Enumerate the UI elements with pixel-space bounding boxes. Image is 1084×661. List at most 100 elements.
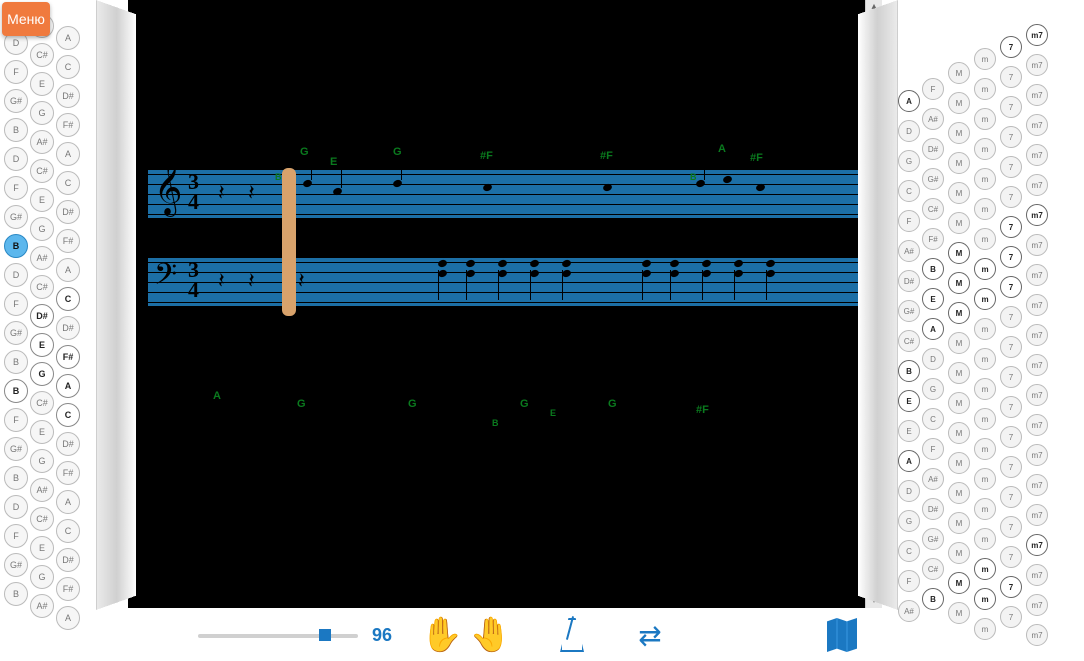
left-key[interactable]: F [4,292,28,316]
left-key[interactable]: D# [56,316,80,340]
left-key[interactable]: A [56,258,80,282]
left-key[interactable]: F [4,408,28,432]
right-chord-key[interactable]: 7 [1000,426,1022,448]
right-chord-key[interactable]: 7 [1000,336,1022,358]
right-chord-key[interactable]: m7 [1026,204,1048,226]
right-chord-key[interactable]: m [974,48,996,70]
right-chord-key[interactable]: 7 [1000,216,1022,238]
left-key[interactable]: G [30,449,54,473]
right-root-key[interactable]: G# [898,300,920,322]
right-chord-key[interactable]: M [948,452,970,474]
left-key[interactable]: G [30,362,54,386]
left-hand-button[interactable]: ✋ [422,615,462,655]
right-chord-key[interactable]: m [974,408,996,430]
right-root-key[interactable]: F [922,78,944,100]
left-key[interactable]: B [4,118,28,142]
right-chord-key[interactable]: m7 [1026,564,1048,586]
right-chord-key[interactable]: m [974,318,996,340]
left-key[interactable]: C [56,171,80,195]
right-chord-key[interactable]: m7 [1026,264,1048,286]
left-key[interactable]: E [30,420,54,444]
right-chord-key[interactable]: 7 [1000,96,1022,118]
slider-thumb[interactable] [319,629,331,641]
right-root-key[interactable]: E [922,288,944,310]
right-chord-key[interactable]: M [948,602,970,624]
left-key[interactable]: D [4,263,28,287]
left-key[interactable]: C# [30,507,54,531]
right-root-key[interactable]: F [898,210,920,232]
left-key[interactable]: C [56,287,80,311]
right-chord-key[interactable]: 7 [1000,126,1022,148]
left-key[interactable]: F# [56,113,80,137]
right-root-key[interactable]: G# [922,168,944,190]
right-chord-key[interactable]: m7 [1026,384,1048,406]
right-chord-key[interactable]: M [948,392,970,414]
right-chord-key[interactable]: m [974,288,996,310]
right-root-key[interactable]: C# [922,558,944,580]
right-root-key[interactable]: C [922,408,944,430]
left-key[interactable]: A# [30,246,54,270]
right-chord-key[interactable]: m7 [1026,474,1048,496]
right-root-key[interactable]: G# [922,528,944,550]
right-chord-key[interactable]: M [948,482,970,504]
left-key[interactable]: G# [4,437,28,461]
right-chord-key[interactable]: m [974,258,996,280]
left-key[interactable]: A# [30,130,54,154]
right-root-key[interactable]: E [898,390,920,412]
left-key[interactable]: A [56,374,80,398]
left-key[interactable]: E [30,72,54,96]
left-key[interactable]: F# [56,345,80,369]
right-chord-key[interactable]: 7 [1000,606,1022,628]
right-chord-key[interactable]: m7 [1026,174,1048,196]
right-root-key[interactable]: F [898,570,920,592]
right-root-key[interactable]: A# [898,600,920,622]
left-key[interactable]: F# [56,461,80,485]
left-key[interactable]: A [56,490,80,514]
right-chord-key[interactable]: 7 [1000,486,1022,508]
right-root-key[interactable]: B [898,360,920,382]
right-chord-key[interactable]: 7 [1000,396,1022,418]
left-key[interactable]: G# [4,205,28,229]
right-chord-key[interactable]: m [974,558,996,580]
right-root-key[interactable]: G [898,510,920,532]
right-chord-key[interactable]: m [974,618,996,640]
right-chord-key[interactable]: M [948,152,970,174]
right-chord-key[interactable]: m7 [1026,54,1048,76]
right-chord-key[interactable]: M [948,302,970,324]
right-hand-button[interactable]: ✋ [470,615,510,655]
right-chord-key[interactable]: m [974,468,996,490]
left-key[interactable]: A# [30,478,54,502]
right-chord-key[interactable]: M [948,572,970,594]
left-key[interactable]: B [4,234,28,258]
right-chord-key[interactable]: m7 [1026,324,1048,346]
left-key[interactable]: D# [56,200,80,224]
right-root-key[interactable]: A [898,90,920,112]
left-key[interactable]: A [56,26,80,50]
right-chord-key[interactable]: m7 [1026,504,1048,526]
right-chord-key[interactable]: m7 [1026,414,1048,436]
metronome-button[interactable] [550,615,590,655]
right-chord-key[interactable]: 7 [1000,66,1022,88]
right-chord-key[interactable]: 7 [1000,366,1022,388]
right-chord-key[interactable]: m7 [1026,294,1048,316]
right-chord-key[interactable]: m7 [1026,534,1048,556]
right-chord-key[interactable]: 7 [1000,546,1022,568]
right-chord-key[interactable]: m7 [1026,354,1048,376]
left-key[interactable]: D [4,147,28,171]
right-root-key[interactable]: G [922,378,944,400]
right-root-key[interactable]: B [922,258,944,280]
right-chord-key[interactable]: m7 [1026,114,1048,136]
left-key[interactable]: C# [30,391,54,415]
right-chord-key[interactable]: m [974,198,996,220]
left-key[interactable]: D# [56,548,80,572]
right-root-key[interactable]: D [898,120,920,142]
left-key[interactable]: D# [56,432,80,456]
tempo-slider[interactable] [198,625,358,645]
right-root-key[interactable]: D [898,480,920,502]
right-root-key[interactable]: C [898,180,920,202]
left-key[interactable]: B [4,582,28,606]
left-key[interactable]: C# [30,275,54,299]
left-key[interactable]: F [4,176,28,200]
right-chord-key[interactable]: 7 [1000,576,1022,598]
left-key[interactable]: C [56,403,80,427]
